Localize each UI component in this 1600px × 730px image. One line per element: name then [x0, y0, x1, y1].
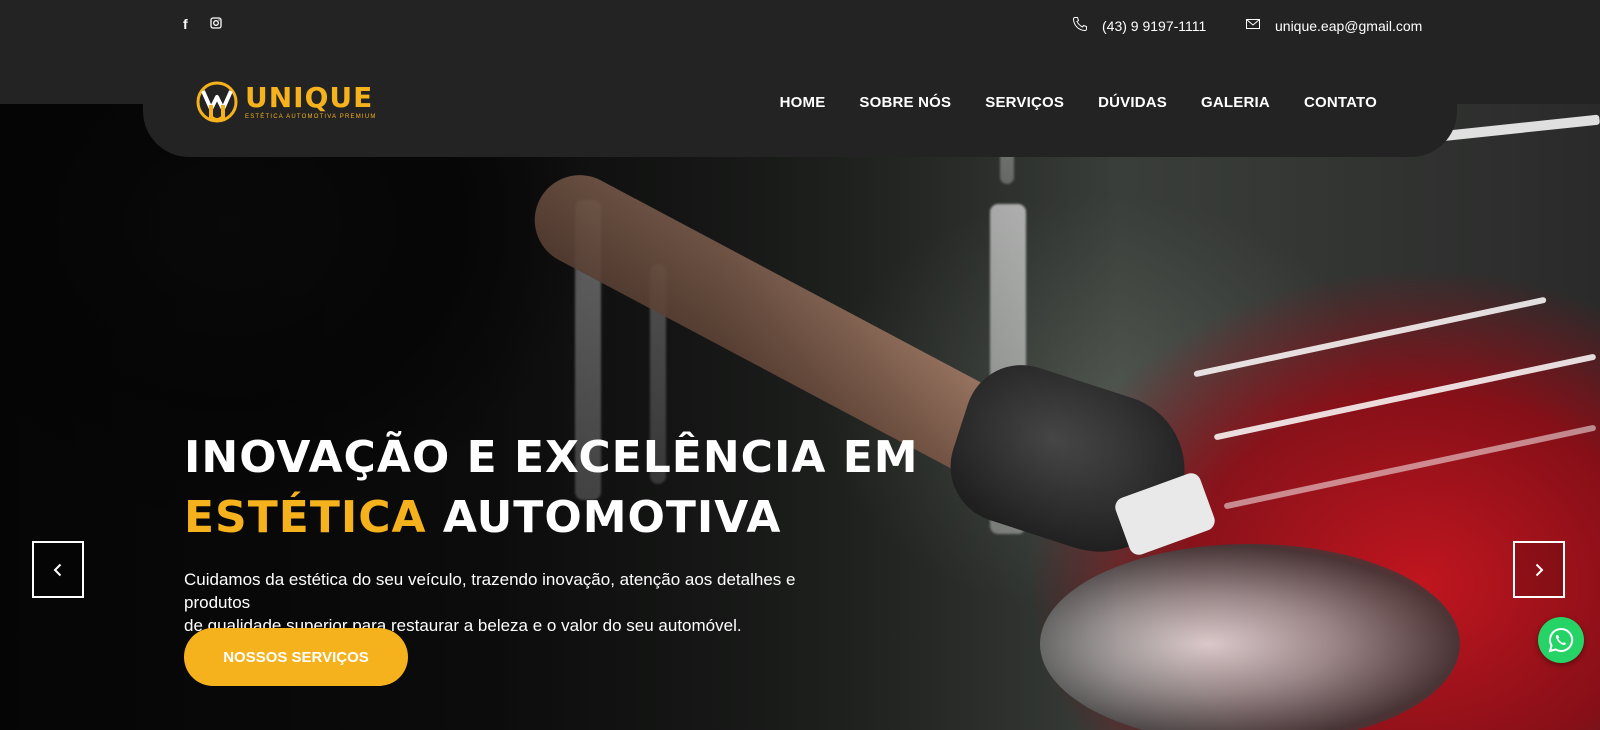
hero-description-line1: Cuidamos da estética do seu veículo, tra… — [184, 570, 796, 612]
logo-brand: UNIQUE — [245, 81, 374, 114]
phone-icon — [1072, 16, 1088, 35]
chevron-left-icon — [53, 563, 62, 576]
nav-item-servicos[interactable]: SERVIÇOS — [985, 94, 1064, 111]
hero-title: INOVAÇÃO E EXCELÊNCIA EM ESTÉTICA AUTOMO… — [184, 428, 919, 548]
instagram-icon[interactable] — [210, 16, 222, 34]
main-menu: HOME SOBRE NÓS SERVIÇOS DÚVIDAS GALERIA … — [780, 94, 1377, 111]
phone-text: (43) 9 9197-1111 — [1102, 17, 1207, 34]
logo-tagline: ESTÉTICA AUTOMOTIVA PREMIUM — [245, 114, 377, 120]
hero-title-line1: INOVAÇÃO E EXCELÊNCIA EM — [184, 432, 919, 483]
mail-icon — [1245, 16, 1261, 35]
site-logo[interactable]: UNIQUE ESTÉTICA AUTOMOTIVA PREMIUM — [195, 79, 377, 125]
hero-content: INOVAÇÃO E EXCELÊNCIA EM ESTÉTICA AUTOMO… — [184, 428, 919, 637]
nav-item-duvidas[interactable]: DÚVIDAS — [1098, 94, 1167, 111]
whatsapp-icon — [1548, 627, 1574, 653]
phone-contact[interactable]: (43) 9 9197-1111 — [1072, 16, 1206, 35]
whatsapp-button[interactable] — [1538, 617, 1584, 663]
hero-title-line2: AUTOMOTIVA — [442, 492, 782, 543]
email-contact[interactable]: unique.eap@gmail.com — [1245, 16, 1422, 35]
slider-next-button[interactable] — [1513, 541, 1565, 598]
main-navbar: UNIQUE ESTÉTICA AUTOMOTIVA PREMIUM HOME … — [143, 52, 1457, 157]
nav-item-sobre-nos[interactable]: SOBRE NÓS — [859, 94, 951, 111]
facebook-icon[interactable]: f — [183, 16, 188, 34]
nav-item-home[interactable]: HOME — [780, 94, 826, 111]
nossos-servicos-button[interactable]: NOSSOS SERVIÇOS — [184, 628, 408, 686]
nav-item-galeria[interactable]: GALERIA — [1201, 94, 1270, 111]
chevron-right-icon — [1535, 563, 1544, 576]
nav-item-contato[interactable]: CONTATO — [1304, 94, 1377, 111]
logo-mark-icon — [195, 79, 239, 125]
slider-prev-button[interactable] — [32, 541, 84, 598]
social-links: f — [183, 16, 222, 34]
hero-description: Cuidamos da estética do seu veículo, tra… — [184, 568, 824, 637]
hero-title-accent: ESTÉTICA — [184, 492, 427, 543]
email-text: unique.eap@gmail.com — [1275, 17, 1423, 34]
